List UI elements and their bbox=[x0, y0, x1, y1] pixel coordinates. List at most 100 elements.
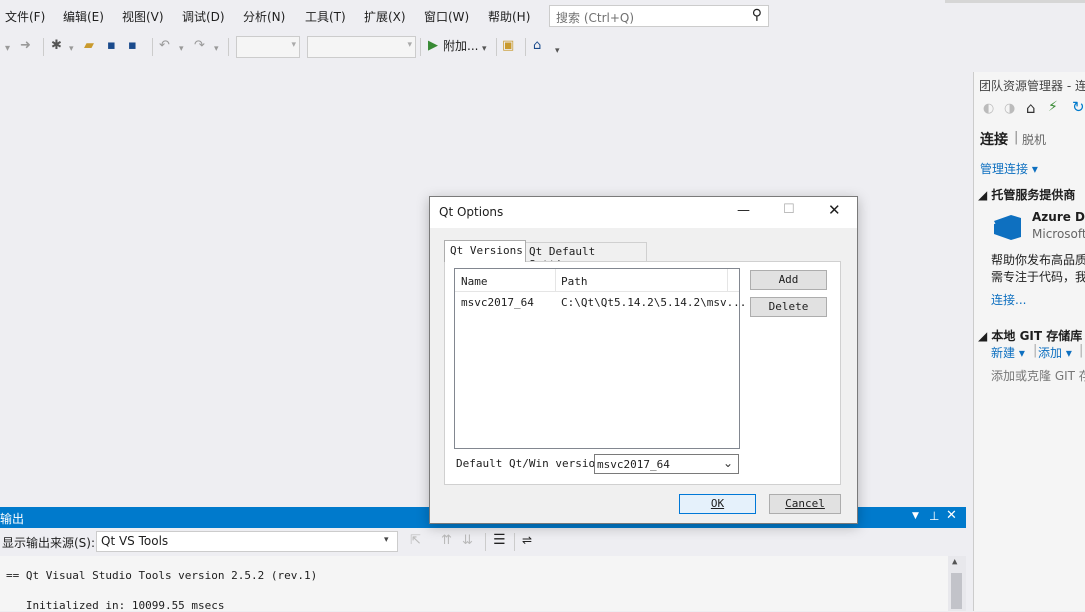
menu-tools[interactable]: 工具(T) bbox=[305, 8, 346, 25]
window-layout-icon[interactable]: ⌂ bbox=[533, 38, 541, 54]
column-divider bbox=[727, 269, 728, 292]
azure-desc-line2: 需专注于代码，我 bbox=[991, 270, 1085, 284]
clear-all-icon[interactable]: ☰ bbox=[493, 532, 506, 548]
divider: | bbox=[1033, 343, 1038, 358]
row-path: C:\Qt\Qt5.14.2\5.14.2\msv... bbox=[561, 296, 747, 309]
tab-qt-versions[interactable]: Qt Versions bbox=[444, 240, 526, 262]
window-menu-icon[interactable]: ▼ bbox=[912, 511, 919, 521]
local-git-label: 本地 GIT 存储库 bbox=[991, 329, 1083, 343]
back-icon[interactable]: ◐ bbox=[983, 101, 994, 116]
home-icon[interactable]: ⌂ bbox=[1026, 99, 1036, 117]
menu-edit[interactable]: 编辑(E) bbox=[63, 8, 104, 25]
find-message-icon[interactable]: ⇱ bbox=[410, 533, 421, 548]
default-version-value: msvc2017_64 bbox=[597, 458, 670, 471]
row-name: msvc2017_64 bbox=[461, 296, 534, 309]
redo-icon[interactable]: ↷ bbox=[194, 38, 205, 54]
search-icon: ⚲ bbox=[751, 7, 762, 23]
play-icon[interactable]: ▶ bbox=[428, 38, 438, 54]
back-dropdown-icon[interactable]: ▾ bbox=[5, 41, 10, 57]
previous-message-icon[interactable]: ⇈ bbox=[441, 533, 452, 548]
tab-connect[interactable]: 连接 bbox=[980, 129, 1008, 149]
redo-dropdown-icon[interactable]: ▾ bbox=[214, 41, 219, 57]
attach-button[interactable]: 附加... bbox=[443, 38, 478, 54]
menu-window[interactable]: 窗口(W) bbox=[424, 8, 469, 25]
dialog-close-icon[interactable]: ✕ bbox=[828, 201, 841, 219]
hosted-providers-header[interactable]: ◢ 托管服务提供商 bbox=[978, 186, 1075, 203]
close-icon[interactable]: ✕ bbox=[946, 508, 957, 523]
minimize-icon[interactable]: — bbox=[737, 203, 750, 218]
forward-icon[interactable]: ➜ bbox=[20, 38, 31, 54]
menu-file[interactable]: 文件(F) bbox=[5, 8, 45, 25]
default-version-select[interactable]: msvc2017_64 ⌄ bbox=[594, 454, 739, 474]
table-header: Name Path bbox=[455, 269, 739, 292]
new-repo-button[interactable]: 新建 ▾ bbox=[991, 344, 1025, 361]
menu-analyze[interactable]: 分析(N) bbox=[243, 8, 285, 25]
customize-toolbar-icon[interactable]: ▾ bbox=[555, 43, 560, 59]
qt-options-dialog: Qt Options — ☐ ✕ Qt Versions Qt Default … bbox=[429, 196, 858, 524]
tab-qt-default-settings[interactable]: Qt Default Settings bbox=[525, 242, 647, 271]
search-placeholder: 搜索 (Ctrl+Q) bbox=[556, 11, 635, 25]
tab-separator: | bbox=[1014, 130, 1019, 145]
output-line: == Qt Visual Studio Tools version 2.5.2 … bbox=[6, 569, 318, 582]
config-combo[interactable] bbox=[236, 36, 300, 58]
add-repo-button[interactable]: 添加 ▾ bbox=[1038, 344, 1072, 361]
cancel-button[interactable]: Cancel bbox=[769, 494, 841, 514]
ok-label: OK bbox=[710, 497, 725, 510]
word-wrap-icon[interactable]: ⇌ bbox=[522, 533, 532, 547]
toolbar-separator bbox=[43, 38, 44, 56]
menu-help[interactable]: 帮助(H) bbox=[488, 8, 530, 25]
team-explorer-title: 团队资源管理器 - 连 bbox=[979, 79, 1085, 93]
qt-versions-table[interactable]: Name Path msvc2017_64 C:\Qt\Qt5.14.2\5.1… bbox=[454, 268, 746, 449]
menu-extensions[interactable]: 扩展(X) bbox=[364, 8, 406, 25]
refresh-icon[interactable]: ↻ bbox=[1072, 98, 1085, 116]
forward-nav-icon[interactable]: ◑ bbox=[1004, 101, 1015, 116]
local-git-header[interactable]: ◢ 本地 GIT 存储库 bbox=[978, 327, 1082, 344]
save-all-icon[interactable]: ▪ bbox=[128, 38, 137, 54]
tab-qt-versions-label: Qt Versions bbox=[450, 244, 523, 257]
column-divider bbox=[555, 269, 556, 292]
find-icon[interactable]: ▣ bbox=[502, 38, 514, 54]
manage-connections-link[interactable]: 管理连接 ▾ bbox=[980, 160, 1038, 177]
ok-button[interactable]: OK bbox=[679, 494, 756, 514]
menu-debug[interactable]: 调试(D) bbox=[182, 8, 225, 25]
maximize-icon: ☐ bbox=[783, 202, 795, 217]
add-repo-label: 添加 bbox=[1038, 346, 1063, 360]
menu-bar: 文件(F) 编辑(E) 视图(V) 调试(D) 分析(N) 工具(T) 扩展(X… bbox=[0, 0, 1085, 34]
delete-button[interactable]: Delete bbox=[750, 297, 827, 317]
column-name[interactable]: Name bbox=[461, 275, 488, 288]
toolbar: ▾ ➜ ✱ ▾ ▰ ▪ ▪ ↶ ▾ ↷ ▾ ▶ 附加... ▾ ▣ ⌂ ▾ bbox=[0, 34, 1085, 60]
search-input[interactable]: 搜索 (Ctrl+Q) ⚲ bbox=[549, 5, 769, 27]
pin-icon[interactable]: ⊥ bbox=[929, 509, 939, 523]
toolbar-separator bbox=[525, 38, 526, 56]
new-project-icon[interactable]: ✱ bbox=[51, 38, 62, 54]
next-message-icon[interactable]: ⇊ bbox=[462, 533, 473, 548]
connect-link[interactable]: 连接... bbox=[991, 291, 1026, 308]
menu-view[interactable]: 视图(V) bbox=[122, 8, 164, 25]
table-row[interactable]: msvc2017_64 C:\Qt\Qt5.14.2\5.14.2\msv... bbox=[455, 293, 746, 311]
default-version-label: Default Qt/Win version: bbox=[456, 457, 609, 470]
output-line: Initialized in: 10099.55 msecs bbox=[6, 599, 225, 612]
column-path[interactable]: Path bbox=[561, 275, 588, 288]
undo-icon[interactable]: ↶ bbox=[159, 38, 170, 54]
toolbar-separator bbox=[514, 533, 515, 551]
chevron-down-icon: ▾ bbox=[384, 535, 389, 545]
output-scrollbar[interactable]: ▲ bbox=[948, 556, 966, 611]
output-text-area[interactable]: == Qt Visual Studio Tools version 2.5.2 … bbox=[0, 556, 966, 612]
scrollbar-thumb[interactable] bbox=[951, 573, 962, 609]
connect-plug-icon[interactable]: ⚡ bbox=[1048, 99, 1058, 115]
save-icon[interactable]: ▪ bbox=[107, 38, 116, 54]
add-button[interactable]: Add bbox=[750, 270, 827, 290]
open-folder-icon[interactable]: ▰ bbox=[84, 38, 94, 54]
dialog-titlebar: Qt Options — ☐ ✕ bbox=[430, 197, 857, 228]
tab-offline[interactable]: 脱机 bbox=[1022, 131, 1046, 148]
cancel-label: Cancel bbox=[785, 497, 825, 510]
scroll-up-icon[interactable]: ▲ bbox=[952, 557, 957, 567]
toolbar-separator bbox=[228, 38, 229, 56]
platform-combo[interactable] bbox=[307, 36, 416, 58]
undo-dropdown-icon[interactable]: ▾ bbox=[179, 41, 184, 57]
attach-dropdown-icon[interactable]: ▾ bbox=[482, 41, 487, 57]
azure-devops-icon bbox=[991, 212, 1025, 242]
output-title: 输出 bbox=[0, 512, 25, 526]
new-dropdown-icon[interactable]: ▾ bbox=[69, 41, 74, 57]
output-source-select[interactable]: Qt VS Tools ▾ bbox=[96, 531, 398, 552]
